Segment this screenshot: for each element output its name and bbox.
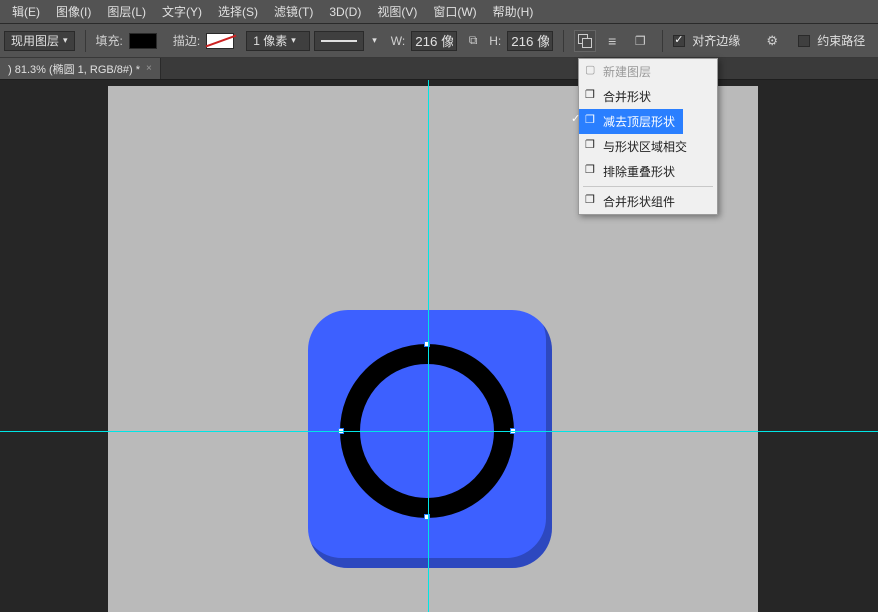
menu-window[interactable]: 窗口(W) — [425, 0, 484, 23]
anchor-point[interactable] — [424, 341, 430, 347]
stroke-width-select[interactable]: 1 像素 ▾ — [246, 31, 310, 51]
exclude-icon: ❐ — [585, 163, 597, 175]
subtract-icon: ❐ — [585, 113, 597, 125]
layer-mode-select[interactable]: 现用图层 ▾ — [4, 31, 75, 51]
stroke-swatch[interactable] — [206, 33, 234, 49]
link-icon[interactable] — [461, 29, 485, 53]
menu-intersect[interactable]: ❐ 与形状区域相交 — [579, 134, 717, 159]
fill-label: 填充: — [96, 32, 123, 49]
workspace — [0, 80, 878, 612]
document-tab[interactable]: ) 81.3% (椭圆 1, RGB/8#) * × — [0, 58, 161, 79]
solid-line-icon — [321, 40, 357, 42]
height-label: H: — [489, 34, 501, 48]
constrain-path-label: 约束路径 — [817, 32, 865, 49]
anchor-point[interactable] — [424, 514, 430, 520]
gear-icon[interactable] — [760, 29, 784, 53]
menu-type[interactable]: 文字(Y) — [154, 0, 210, 23]
menu-3d[interactable]: 3D(D) — [321, 2, 369, 22]
chevron-down-icon: ▾ — [63, 35, 68, 46]
menu-select[interactable]: 选择(S) — [210, 0, 266, 23]
path-operations-button[interactable] — [574, 30, 596, 52]
horizontal-guide[interactable] — [0, 431, 878, 432]
merge-icon: ❐ — [585, 193, 597, 205]
menu-exclude[interactable]: ❐ 排除重叠形状 — [579, 159, 717, 184]
close-icon[interactable]: × — [146, 63, 152, 74]
divider — [662, 30, 663, 52]
divider — [85, 30, 86, 52]
menu-image[interactable]: 图像(I) — [48, 0, 99, 23]
constrain-path-checkbox[interactable] — [798, 35, 810, 47]
menu-layer[interactable]: 图层(L) — [99, 0, 154, 23]
menu-help[interactable]: 帮助(H) — [485, 0, 542, 23]
chevron-down-icon: ▾ — [372, 35, 377, 46]
stroke-label: 描边: — [173, 32, 200, 49]
fill-swatch[interactable] — [129, 33, 157, 49]
divider — [563, 30, 564, 52]
menu-edit[interactable]: 辑(E) — [4, 0, 48, 23]
width-label: W: — [391, 34, 405, 48]
main-menubar: 辑(E) 图像(I) 图层(L) 文字(Y) 选择(S) 滤镜(T) 3D(D)… — [0, 0, 878, 24]
path-operations-menu: ▢ 新建图层 ❐ 合并形状 ✓ ❐ 减去顶层形状 ❐ 与形状区域相交 ❐ 排除重… — [578, 58, 718, 215]
width-input[interactable] — [411, 31, 457, 51]
align-edges-label: 对齐边缘 — [692, 32, 740, 49]
combine-icon: ❐ — [585, 88, 597, 100]
menu-combine-shapes[interactable]: ❐ 合并形状 — [579, 84, 717, 109]
intersect-icon: ❐ — [585, 138, 597, 150]
check-icon: ✓ — [571, 112, 580, 125]
menu-merge-components[interactable]: ❐ 合并形状组件 — [579, 189, 717, 214]
menu-filter[interactable]: 滤镜(T) — [266, 0, 321, 23]
path-arrange-button[interactable] — [628, 29, 652, 53]
menu-subtract-front[interactable]: ✓ ❐ 减去顶层形状 — [579, 109, 683, 134]
menu-separator — [583, 186, 713, 187]
stroke-width-value: 1 像素 — [253, 32, 287, 49]
layer-mode-label: 现用图层 — [11, 32, 59, 49]
square-icon: ▢ — [585, 63, 597, 75]
stroke-style-select[interactable] — [314, 31, 364, 51]
height-input[interactable] — [507, 31, 553, 51]
vertical-guide[interactable] — [428, 80, 429, 612]
document-tab-title: ) 81.3% (椭圆 1, RGB/8#) * — [8, 61, 140, 77]
path-align-button[interactable] — [600, 29, 624, 53]
menu-new-layer[interactable]: ▢ 新建图层 — [579, 59, 717, 84]
menu-view[interactable]: 视图(V) — [369, 0, 425, 23]
chevron-down-icon: ▾ — [291, 35, 296, 46]
document-tabs: ) 81.3% (椭圆 1, RGB/8#) * × — [0, 58, 878, 80]
options-bar: 现用图层 ▾ 填充: 描边: 1 像素 ▾ ▾ W: H: 对齐边缘 约束路径 — [0, 24, 878, 58]
align-edges-checkbox[interactable] — [673, 35, 685, 47]
